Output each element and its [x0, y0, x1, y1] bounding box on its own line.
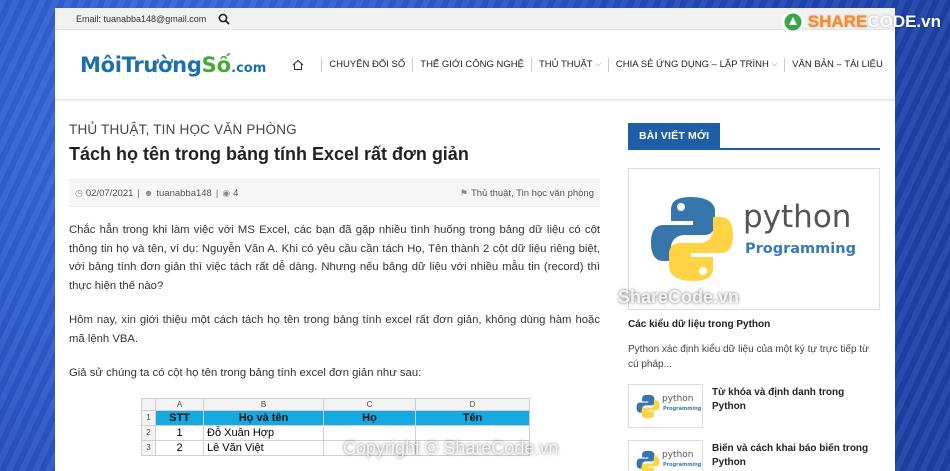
tag-icon: ⚑	[459, 187, 468, 198]
contact-email: Email: tuanabba148@gmail.com	[76, 13, 207, 24]
recent-post[interactable]: python Programming Biến và cách khai báo…	[628, 440, 880, 471]
article-paragraph: Chắc hẳn trong khi làm việc với MS Excel…	[69, 224, 600, 292]
nav-divider	[607, 57, 609, 72]
article-paragraph: Giả sử chúng ta có cột họ tên trong bảng…	[69, 367, 422, 379]
thumbnail-text: python	[662, 450, 694, 460]
excel-header-cell: Tên	[415, 409, 530, 426]
python-logo-icon	[636, 394, 660, 419]
featured-post-title[interactable]: Các kiểu dữ liệu trong Python	[628, 319, 880, 330]
watermark-logo-text: SHARECODE.vn	[808, 12, 941, 32]
article-tags-text[interactable]: Thủ thuật, Tin học văn phòng	[471, 188, 594, 199]
article-category[interactable]: THỦ THUẬT, TIN HỌC VĂN PHÒNG	[69, 122, 600, 137]
article: THỦ THUẬT, TIN HỌC VĂN PHÒNG Tách họ tên…	[69, 122, 600, 456]
top-bar: Email: tuanabba148@gmail.com	[55, 8, 895, 30]
nav-divider	[321, 57, 323, 72]
site-logo[interactable]: MôiTrường Số .com	[80, 53, 266, 77]
chevron-down-icon: ⌵	[771, 60, 778, 68]
web-page: Email: tuanabba148@gmail.com MôiTrường S…	[55, 8, 895, 471]
thumbnail-subtext: Programming	[663, 406, 702, 412]
excel-cell-name: Đỗ Xuân Hợp	[203, 424, 324, 441]
user-icon: ☻	[143, 188, 154, 198]
logo-part-2: Số	[201, 52, 232, 77]
nav-divider	[412, 57, 414, 72]
nav-item-van-ban-tai-lieu[interactable]: VĂN BẢN – TÀI LIỆU	[792, 59, 883, 70]
nav-item-thu-thuat[interactable]: THỦ THUẬT ⌵	[539, 59, 601, 70]
article-title: Tách họ tên trong bảng tính Excel rất đơ…	[69, 144, 469, 164]
watermark-logo-part: SHARE	[807, 12, 868, 31]
clock-icon: ◷	[75, 187, 83, 198]
python-logo-icon	[636, 450, 660, 471]
excel-row-number: 1	[141, 409, 156, 426]
chevron-down-icon: ⌵	[595, 60, 601, 68]
nav-item-label: CHUYỂN ĐỔI SỐ	[329, 59, 406, 70]
recent-post-thumbnail[interactable]: python Programming	[628, 384, 703, 428]
sharecode-watermark: ShareCode.vn	[618, 287, 740, 307]
article-author[interactable]: tuanabba148	[156, 188, 211, 199]
excel-header-cell: STT	[155, 409, 204, 426]
excel-col-letter: A	[155, 397, 204, 411]
recent-post[interactable]: python Programming Từ khóa và định danh …	[628, 384, 880, 428]
nav-item-label: VĂN BẢN – TÀI LIỆU	[792, 59, 883, 70]
copyright-watermark: Copyright © ShareCode.vn	[343, 438, 559, 458]
excel-col-letter: D	[415, 397, 530, 411]
nav-divider	[784, 57, 786, 72]
nav-item-chia-se-ung-dung[interactable]: CHIA SẺ ỨNG DỤNG – LẬP TRÌNH ⌵	[616, 59, 777, 70]
home-icon[interactable]	[292, 59, 304, 71]
search-icon[interactable]	[218, 13, 230, 25]
excel-corner	[141, 397, 156, 411]
article-meta: ◷ 02/07/2021 | ☻ tuanabba148 | ◉ 4 ⚑ Thủ…	[69, 179, 600, 207]
featured-image-text: python	[743, 199, 852, 235]
excel-header-row: 1 STT Họ và tên Họ Tên	[141, 409, 530, 426]
excel-cell-stt: 2	[155, 439, 204, 456]
main-nav: CHUYỂN ĐỔI SỐ THẾ GIỚI CÔNG NGHỆ THỦ THU…	[292, 57, 883, 72]
meta-separator: |	[137, 187, 140, 199]
article-date: 02/07/2021	[85, 187, 134, 199]
sharecode-logo-icon	[781, 11, 804, 33]
excel-col-letter: C	[323, 397, 416, 411]
nav-item-label: THẾ GIỚI CÔNG NGHỆ	[420, 59, 524, 70]
watermark-logo-part: CODE.vn	[867, 12, 941, 31]
excel-cell-name: Lê Văn Việt	[203, 439, 324, 456]
nav-item-label: THỦ THUẬT	[538, 59, 593, 70]
python-logo-icon	[651, 197, 733, 281]
nav-item-the-gioi-cong-nghe[interactable]: THẾ GIỚI CÔNG NGHỆ	[420, 59, 524, 70]
excel-header-cell: Họ và tên	[203, 409, 324, 426]
sharecode-watermark-logo: SHARECODE.vn	[781, 10, 941, 34]
excel-cell-stt: 1	[155, 424, 204, 441]
thumbnail-text: python	[662, 394, 694, 404]
article-views: 4	[233, 187, 239, 199]
featured-post-excerpt: Python xác định kiểu dữ liệu của một ký …	[628, 344, 869, 370]
logo-part-3: .com	[231, 60, 267, 76]
excel-row-number: 3	[141, 439, 156, 456]
widget-title: BÀI VIẾT MỚI	[628, 123, 721, 149]
recent-post-thumbnail[interactable]: python Programming	[628, 440, 703, 471]
thumbnail-subtext: Programming	[663, 462, 702, 468]
excel-column-headers: A B C D	[141, 397, 530, 411]
nav-divider	[530, 57, 532, 72]
site-header: MôiTrường Số .com CHUYỂN ĐỔI SỐ THẾ GIỚI…	[55, 30, 895, 100]
logo-part-1: MôiTrường	[80, 52, 202, 77]
excel-header-cell: Họ	[323, 409, 416, 426]
eye-icon: ◉	[222, 187, 231, 198]
excel-row-number: 2	[141, 424, 156, 441]
recent-post-title[interactable]: Từ khóa và định danh trong Python	[712, 386, 880, 428]
article-tags: ⚑ Thủ thuật, Tin học văn phòng	[460, 188, 594, 199]
meta-separator: |	[215, 187, 219, 199]
nav-item-label: CHIA SẺ ỨNG DỤNG – LẬP TRÌNH	[615, 59, 769, 70]
recent-post-title[interactable]: Biến và cách khai báo biến trong Python	[712, 442, 880, 471]
featured-image-subtext: Programming	[745, 241, 856, 257]
article-paragraph: Hôm nay, xin giới thiệu một cách tách họ…	[69, 314, 600, 345]
excel-col-letter: B	[203, 397, 324, 411]
nav-item-chuyen-doi-so[interactable]: CHUYỂN ĐỔI SỐ	[329, 59, 405, 70]
